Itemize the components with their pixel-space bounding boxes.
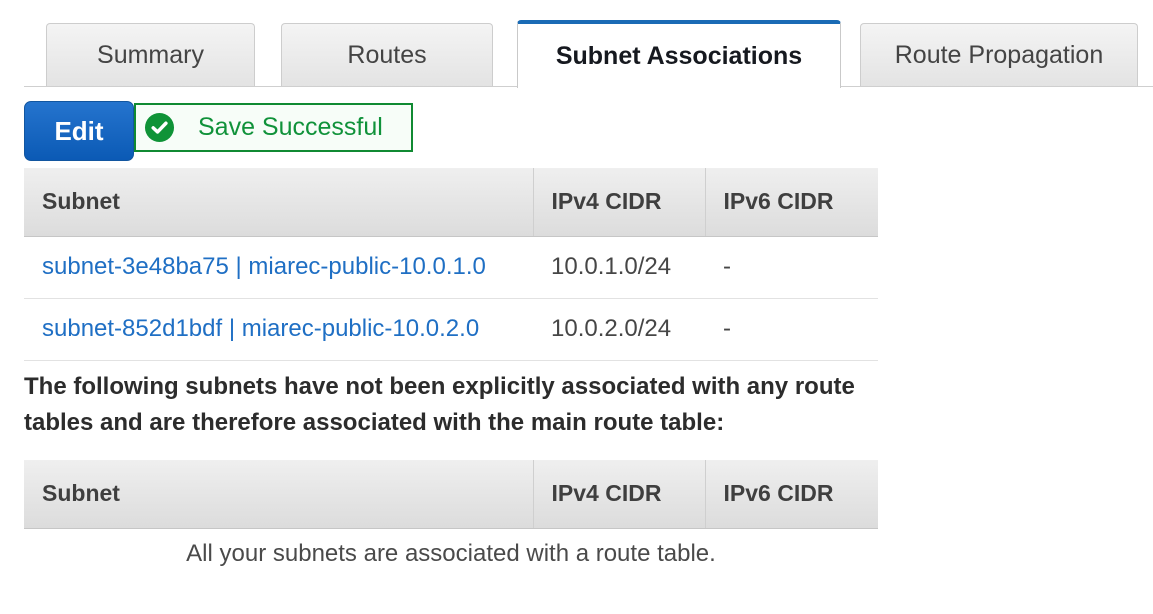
cell-subnet: subnet-852d1bdf | miarec-public-10.0.2.0 [24,298,533,361]
tab-label: Summary [97,41,204,69]
main-route-table-note: The following subnets have not been expl… [24,373,855,437]
column-header-ipv4-cidr[interactable]: IPv4 CIDR [533,168,706,237]
column-header-ipv6-cidr[interactable]: IPv6 CIDR [705,168,878,237]
cell-ipv6-cidr: - [705,298,878,361]
table-header-row: Subnet IPv4 CIDR IPv6 CIDR [24,460,878,529]
tab-summary[interactable]: Summary [46,23,255,87]
column-header-ipv6-cidr[interactable]: IPv6 CIDR [705,460,878,529]
table-row: subnet-3e48ba75 | miarec-public-10.0.1.0… [24,236,878,299]
save-status-banner: Save Successful [134,103,413,152]
tab-label: Route Propagation [894,41,1104,69]
tab-routes[interactable]: Routes [281,23,493,87]
save-status-text: Save Successful [198,113,383,141]
subnet-link[interactable]: subnet-3e48ba75 | miarec-public-10.0.1.0 [42,253,486,280]
associated-subnets-table: Subnet IPv4 CIDR IPv6 CIDR subnet-3e48ba… [24,168,878,361]
column-header-subnet[interactable]: Subnet [24,168,534,237]
cell-ipv6-cidr: - [705,236,878,299]
cell-ipv4-cidr: 10.0.1.0/24 [533,236,705,299]
table-row: subnet-852d1bdf | miarec-public-10.0.2.0… [24,298,878,361]
table-header-row: Subnet IPv4 CIDR IPv6 CIDR [24,168,878,237]
check-circle-icon [144,112,175,143]
empty-table-message: All your subnets are associated with a r… [186,540,716,567]
column-header-subnet[interactable]: Subnet [24,460,534,529]
edit-button-label: Edit [54,115,104,146]
edit-button[interactable]: Edit [24,101,134,161]
tab-subnet-associations[interactable]: Subnet Associations [517,20,841,88]
tab-label: Subnet Associations [555,41,803,70]
cell-subnet: subnet-3e48ba75 | miarec-public-10.0.1.0 [24,236,533,299]
action-bar: Edit Save Successful [0,87,1153,162]
tab-bar: Summary Routes Subnet Associations Route… [0,0,1153,88]
tab-route-propagation[interactable]: Route Propagation [860,23,1138,87]
cell-ipv4-cidr: 10.0.2.0/24 [533,298,705,361]
unassociated-subnets-table: Subnet IPv4 CIDR IPv6 CIDR [24,460,878,529]
subnet-link[interactable]: subnet-852d1bdf | miarec-public-10.0.2.0 [42,315,479,342]
column-header-ipv4-cidr[interactable]: IPv4 CIDR [533,460,706,529]
tab-label: Routes [347,41,427,69]
